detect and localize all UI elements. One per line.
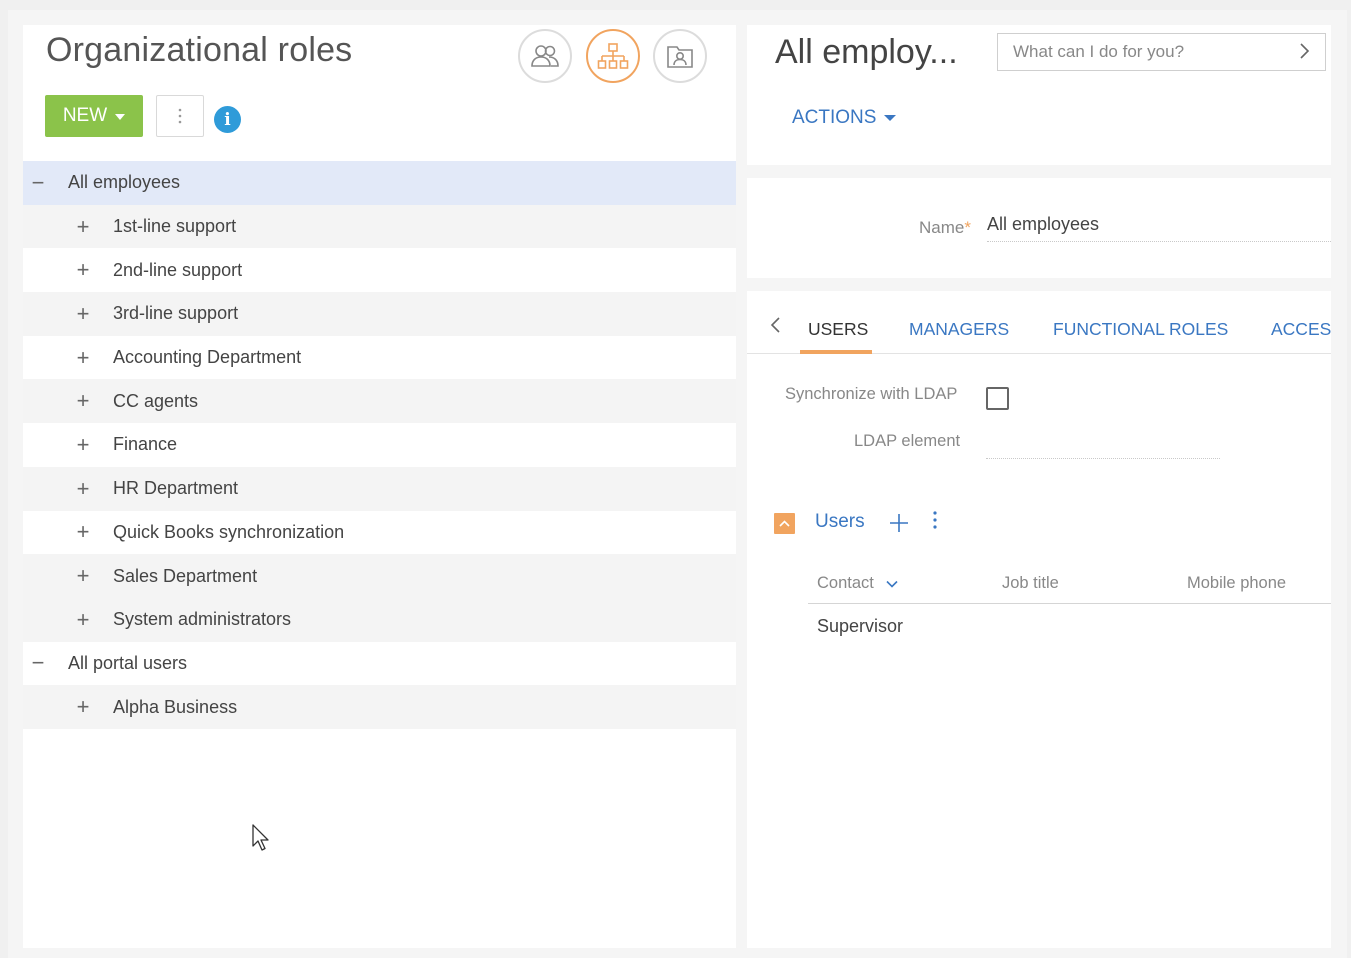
org-roles-panel: Organizational roles NEW i − All employe… (23, 25, 736, 948)
record-fields-panel: Name* All employees (747, 178, 1331, 278)
contact-card-icon (667, 46, 693, 68)
caret-down-icon (115, 114, 126, 120)
tree-item[interactable]: + 3rd-line support (23, 292, 736, 336)
expand-icon[interactable]: + (73, 607, 93, 633)
info-icon[interactable]: i (214, 106, 241, 133)
actions-button[interactable]: ACTIONS (792, 107, 897, 129)
mouse-cursor-icon (252, 824, 269, 851)
name-field[interactable]: All employees (987, 214, 1331, 242)
plus-icon[interactable] (889, 513, 909, 533)
tree-item[interactable]: + CC agents (23, 379, 736, 424)
tree-item-label: HR Department (113, 478, 239, 499)
ldap-sync-label: Synchronize with LDAP (785, 385, 958, 403)
tab-bar: USERS MANAGERS FUNCTIONAL ROLES ACCESS (747, 291, 1331, 354)
table-row[interactable]: Supervisor (817, 616, 903, 637)
tree-item[interactable]: + Finance (23, 423, 736, 467)
chevron-left-icon[interactable] (769, 315, 781, 335)
tree-item[interactable]: + 1st-line support (23, 204, 736, 249)
org-chart-icon (597, 43, 629, 69)
new-button-label: NEW (62, 105, 108, 126)
caret-down-icon (884, 115, 897, 121)
collapse-icon[interactable]: − (28, 170, 48, 196)
users-collapse-button[interactable] (774, 513, 795, 534)
tree-item[interactable]: + 2nd-line support (23, 248, 736, 292)
ldap-element-field[interactable] (986, 431, 1220, 459)
tab-users[interactable]: USERS (808, 319, 868, 340)
collapse-icon[interactable]: − (28, 650, 48, 676)
tree-item-label: Alpha Business (113, 696, 238, 717)
column-mobile-phone[interactable]: Mobile phone (1187, 574, 1286, 593)
tree-item-label: Sales Department (113, 565, 258, 586)
name-label-text: Name (919, 218, 965, 237)
command-line-input[interactable]: What can I do for you? (997, 33, 1326, 71)
expand-icon[interactable]: + (73, 214, 93, 240)
tree-item-label: Finance (113, 434, 178, 455)
ldap-sync-checkbox[interactable] (986, 387, 1009, 410)
ldap-element-label: LDAP element (854, 432, 961, 450)
tree-item-label: CC agents (113, 390, 199, 411)
expand-icon[interactable]: + (73, 301, 93, 327)
tree-item-label: 3rd-line support (113, 303, 239, 324)
detail-tabs-panel: USERS MANAGERS FUNCTIONAL ROLES ACCESS S… (747, 291, 1331, 948)
actions-label: ACTIONS (792, 107, 877, 128)
tree-item-label: Quick Books synchronization (113, 521, 345, 542)
vertical-dots-icon (178, 108, 182, 124)
chevron-right-icon[interactable] (1299, 41, 1311, 61)
contact-view-button[interactable] (653, 29, 707, 83)
command-line-placeholder: What can I do for you? (1013, 42, 1185, 61)
tree-item[interactable]: + Accounting Department (23, 336, 736, 380)
expand-icon[interactable]: + (73, 563, 93, 589)
users-grid-header: Contact Job title Mobile phone (808, 561, 1331, 604)
chevron-up-icon (779, 520, 790, 527)
column-contact-label: Contact (817, 574, 874, 592)
tree-item[interactable]: + Sales Department (23, 554, 736, 598)
tree-item-label: All portal users (68, 652, 188, 673)
record-title: All employ... (775, 33, 958, 71)
vertical-dots-icon[interactable] (933, 511, 937, 529)
users-detail-title: Users (815, 511, 865, 532)
expand-icon[interactable]: + (73, 519, 93, 545)
users-view-button[interactable] (518, 29, 572, 83)
tree-item-label: System administrators (113, 609, 292, 630)
expand-icon[interactable]: + (73, 432, 93, 458)
tree-item-label: Accounting Department (113, 347, 302, 368)
expand-icon[interactable]: + (73, 257, 93, 283)
tree-root-all-employees[interactable]: − All employees (23, 161, 736, 205)
users-icon (531, 45, 559, 67)
expand-icon[interactable]: + (73, 388, 93, 414)
tab-access[interactable]: ACCESS (1271, 319, 1331, 340)
tree-item-label: 2nd-line support (113, 259, 243, 280)
record-header-panel: All employ... What can I do for you? ACT… (747, 25, 1331, 165)
contact-cell: Supervisor (817, 616, 904, 636)
expand-icon[interactable]: + (73, 476, 93, 502)
required-marker: * (964, 218, 971, 237)
tree-item-label: All employees (68, 172, 181, 193)
tree-root-all-portal-users[interactable]: − All portal users (23, 642, 736, 686)
name-field-label: Name* (919, 218, 971, 238)
column-contact[interactable]: Contact (817, 574, 899, 593)
tab-managers[interactable]: MANAGERS (909, 319, 1009, 340)
chevron-down-icon (886, 580, 899, 588)
expand-icon[interactable]: + (73, 345, 93, 371)
active-tab-indicator (800, 350, 872, 354)
page-title: Organizational roles (46, 31, 353, 69)
tree-item[interactable]: + Quick Books synchronization (23, 511, 736, 555)
more-actions-button[interactable] (156, 95, 204, 137)
org-chart-view-button[interactable] (586, 29, 640, 83)
column-job-title[interactable]: Job title (1002, 574, 1059, 593)
new-button[interactable]: NEW (45, 95, 143, 137)
tree-item[interactable]: + Alpha Business (23, 685, 736, 729)
tab-functional-roles[interactable]: FUNCTIONAL ROLES (1053, 319, 1228, 340)
roles-tree: − All employees + 1st-line support + 2nd… (23, 161, 736, 729)
tree-item-label: 1st-line support (113, 216, 237, 237)
tree-item[interactable]: + System administrators (23, 597, 736, 642)
tree-item[interactable]: + HR Department (23, 466, 736, 511)
expand-icon[interactable]: + (73, 694, 93, 720)
